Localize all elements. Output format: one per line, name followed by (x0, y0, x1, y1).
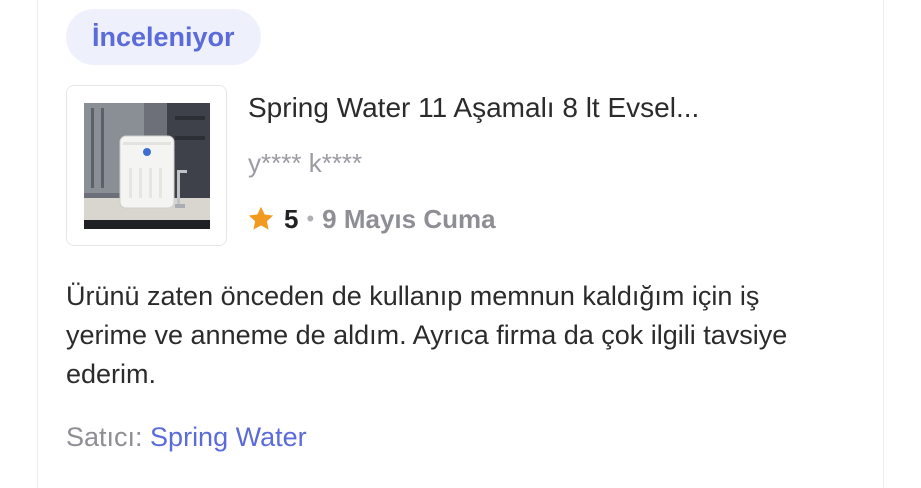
seller-label: Satıcı: (66, 422, 143, 452)
review-text: Ürünü zaten önceden de kullanıp memnun k… (66, 281, 788, 389)
seller-link[interactable]: Spring Water (150, 422, 307, 452)
product-title[interactable]: Spring Water 11 Aşamalı 8 lt Evsel... (248, 92, 699, 124)
rating-row: 5 • 9 Mayıs Cuma (246, 201, 496, 237)
status-badge-label: İnceleniyor (92, 22, 235, 52)
star-icon (246, 204, 276, 234)
rating-value: 5 (284, 203, 299, 234)
status-badge: İnceleniyor (66, 9, 261, 65)
water-purifier-product-photo (67, 86, 226, 245)
review-date: 9 Mayıs Cuma (322, 203, 496, 234)
separator-dot: • (306, 206, 315, 231)
reviewer-name: y**** k**** (248, 148, 363, 178)
seller-info: Satıcı: Spring Water (66, 422, 307, 453)
product-thumbnail[interactable] (66, 85, 227, 246)
